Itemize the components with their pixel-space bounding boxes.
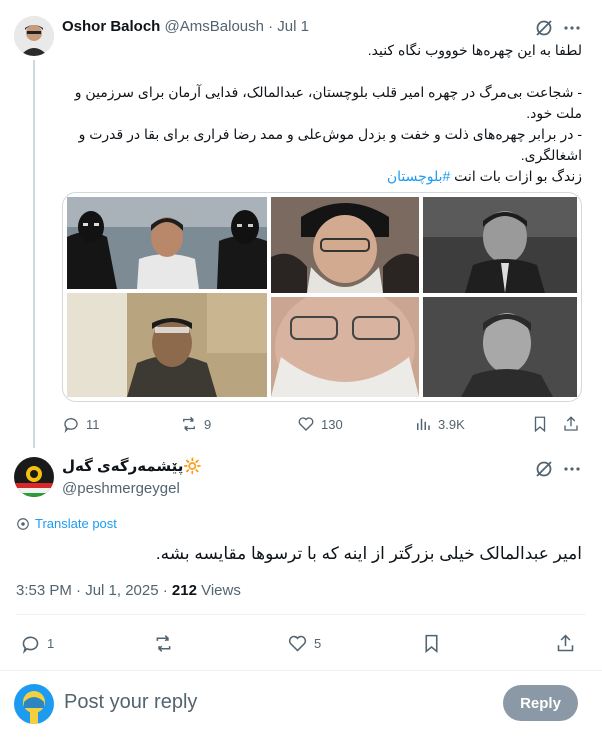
like-action[interactable]: 5: [287, 633, 321, 654]
text-line: اشغالگری.: [520, 147, 582, 163]
bookmark-icon[interactable]: [421, 633, 442, 654]
text-line: زندگ بو ازات بات انت #بلوچستان: [62, 166, 582, 187]
like-count: 130: [321, 416, 343, 432]
reply-icon: [20, 633, 41, 654]
photo-shah[interactable]: [423, 297, 577, 397]
post-time[interactable]: 3:53 PM · Jul 1, 2025 ·: [16, 582, 172, 599]
views-count: 212: [171, 582, 197, 599]
author-avatar[interactable]: [14, 16, 54, 56]
text-line: - در برابر چهره‌های ذلت و خفت و بزدل موش…: [78, 126, 582, 142]
text-line: - شجاعت بی‌مرگ در چهره امیر قلب بلوچستان…: [74, 84, 582, 100]
reply-action[interactable]: 11: [62, 415, 100, 433]
repost-count: 9: [204, 416, 212, 432]
photo-cleric[interactable]: [271, 197, 419, 293]
author-name[interactable]: پێشمەرگەی گەل: [62, 458, 183, 475]
reply-input[interactable]: Post your reply: [64, 691, 484, 714]
post-date[interactable]: · Jul 1: [268, 18, 309, 35]
post-timestamp: 3:53 PM · Jul 1, 2025 · 212 Views: [16, 582, 241, 599]
more-icon[interactable]: [562, 18, 582, 38]
like-count: 5: [314, 636, 322, 651]
views-count: 3.9K: [438, 416, 465, 432]
sun-emoji-icon: 🔆: [183, 458, 203, 475]
grok-icon[interactable]: [534, 459, 554, 479]
translate-post[interactable]: Translate post: [16, 516, 117, 531]
grok-icon[interactable]: [534, 18, 554, 38]
repost-icon: [180, 415, 198, 433]
photo-plane[interactable]: [67, 293, 267, 397]
bookmark-icon[interactable]: [531, 415, 549, 433]
author-name[interactable]: Oshor Baloch: [62, 18, 160, 35]
heart-icon: [287, 633, 308, 654]
share-icon[interactable]: [562, 415, 580, 433]
author-name-row: پێشمەرگەی گەل🔆: [62, 457, 202, 475]
media-collage[interactable]: [62, 192, 582, 402]
translate-label[interactable]: Translate post: [35, 516, 117, 531]
share-icon[interactable]: [555, 633, 576, 654]
divider: [16, 614, 586, 615]
reply-count: 11: [86, 416, 100, 432]
heart-icon: [297, 415, 315, 433]
tweet-text: لطفا به این چهره‌ها خوووب نگاه کنید. - ش…: [62, 40, 582, 187]
photo-cleric-closeup[interactable]: [271, 297, 419, 397]
thread-line: [33, 60, 35, 448]
repost-action[interactable]: 9: [180, 415, 211, 433]
author-avatar[interactable]: [14, 457, 54, 497]
reply-action[interactable]: 1: [20, 633, 54, 654]
divider: [0, 670, 602, 671]
views-icon: [414, 415, 432, 433]
author-handle[interactable]: @AmsBaloush: [165, 18, 264, 35]
globe-icon: [16, 517, 30, 531]
author-handle[interactable]: @peshmergeygel: [62, 480, 180, 497]
reply-count: 1: [47, 636, 55, 651]
tweet-text: امیر عبدالمالک خیلی بزرگتر از اینه که با…: [155, 544, 582, 563]
text-segment: زندگ بو ازات بات انت: [454, 168, 582, 184]
text-line: ملت خود.: [526, 105, 582, 121]
reply-button[interactable]: Reply: [503, 685, 578, 721]
tweet-header: Oshor Baloch @AmsBaloush · Jul 1: [62, 18, 309, 35]
reply-icon: [62, 415, 80, 433]
hashtag-link[interactable]: #بلوچستان: [387, 168, 450, 184]
views-action[interactable]: 3.9K: [414, 415, 465, 433]
more-icon[interactable]: [562, 459, 582, 479]
repost-icon: [153, 633, 174, 654]
like-action[interactable]: 130: [297, 415, 343, 433]
photo-arrest[interactable]: [67, 197, 267, 289]
views-label: Views: [196, 582, 241, 599]
user-avatar[interactable]: [14, 684, 54, 724]
repost-action[interactable]: [153, 633, 180, 654]
photo-prince[interactable]: [423, 197, 577, 293]
text-line: لطفا به این چهره‌ها خوووب نگاه کنید.: [367, 42, 582, 58]
